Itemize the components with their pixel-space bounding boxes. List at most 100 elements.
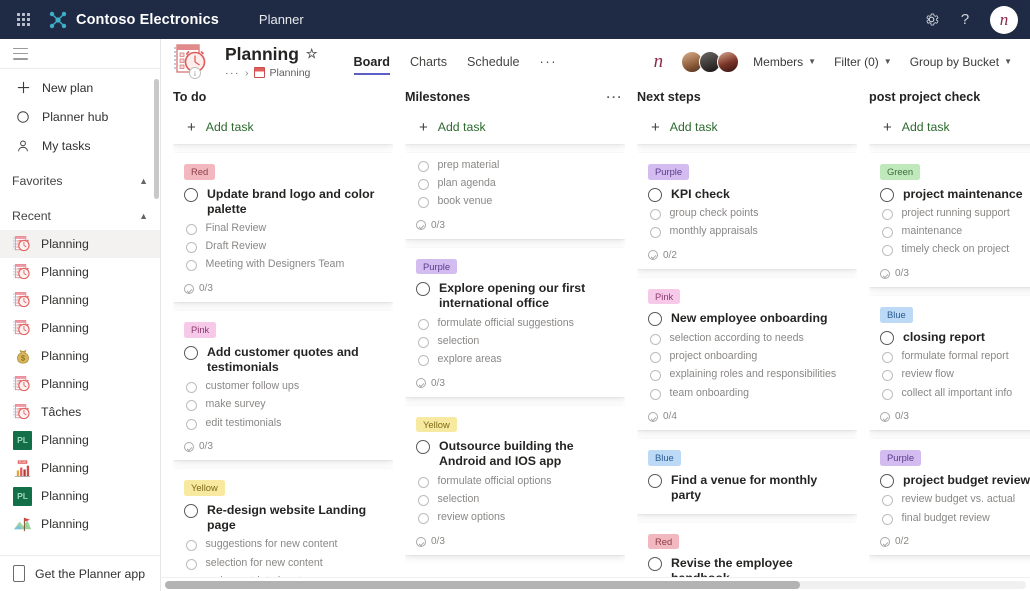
scrollbar-thumb[interactable] [165, 581, 800, 589]
subtask-checkbox[interactable] [649, 209, 661, 220]
sidebar-plan-9[interactable]: PL Planning [0, 482, 160, 510]
sidebar-plan-6[interactable]: Tâches [0, 398, 160, 426]
subtask-checkbox[interactable] [881, 495, 893, 507]
add-task-button[interactable]: + Add task [173, 110, 393, 144]
tab-board[interactable]: Board [353, 39, 391, 84]
subtask-checkbox[interactable] [649, 352, 661, 364]
tab-schedule[interactable]: Schedule [467, 39, 520, 84]
tab-charts[interactable]: Charts [410, 39, 447, 84]
subtask-checkbox[interactable] [185, 418, 197, 430]
subtask-checkbox[interactable] [417, 476, 429, 488]
sidebar-plan-4[interactable]: $ Planning [0, 342, 160, 370]
subtask-checkbox[interactable] [649, 370, 661, 382]
subtask-checkbox[interactable] [417, 178, 429, 190]
member-avatars[interactable] [681, 50, 740, 73]
gear-icon[interactable] [922, 11, 940, 29]
subtask-checkbox[interactable] [417, 196, 429, 208]
tabs-overflow-icon[interactable]: ··· [540, 54, 558, 69]
task-card[interactable]: Pink New employee onboarding selection acc… [637, 277, 857, 431]
task-card[interactable]: Yellow Outsource building the Android and… [405, 405, 625, 556]
subtask-checkbox[interactable] [881, 352, 893, 364]
task-complete-checkbox[interactable] [184, 503, 198, 518]
checkmark-circle-icon [416, 536, 426, 547]
subtask-checkbox[interactable] [417, 513, 429, 525]
board-horizontal-scrollbar[interactable] [161, 577, 1030, 591]
column-overflow-icon[interactable]: ··· [607, 90, 626, 104]
task-complete-checkbox[interactable] [880, 473, 894, 488]
subtask-checkbox[interactable] [417, 495, 429, 507]
sidebar-plan-10[interactable]: Planning [0, 510, 160, 538]
subtask-checkbox[interactable] [649, 227, 661, 239]
filter-dropdown[interactable]: Filter (0) ▼ [830, 51, 896, 73]
sidebar-plan-5[interactable]: Planning [0, 370, 160, 398]
subtask-checkbox[interactable] [185, 382, 197, 394]
sidebar-scroll[interactable]: New plan Planner hub My tasks Favorites … [0, 69, 160, 555]
sidebar-item-my-tasks[interactable]: My tasks [0, 131, 160, 160]
subtask-checkbox[interactable] [185, 260, 197, 272]
task-complete-checkbox[interactable] [416, 440, 430, 455]
sidebar-section-recent[interactable]: Recent ▲ [0, 202, 160, 230]
subtask-checkbox[interactable] [881, 209, 893, 220]
sidebar-plan-0[interactable]: Planning [0, 230, 160, 258]
subtask-checkbox[interactable] [185, 558, 197, 570]
task-complete-checkbox[interactable] [880, 330, 894, 345]
subtask-checkbox[interactable] [185, 224, 197, 235]
task-card[interactable]: Red Update brand logo and color palette Fi… [173, 153, 393, 303]
add-task-button[interactable]: + Add task [637, 110, 857, 144]
task-card[interactable]: Purple project budget review review budget… [869, 439, 1030, 556]
task-complete-checkbox[interactable] [880, 187, 894, 202]
task-complete-checkbox[interactable] [184, 187, 198, 202]
subtask-checkbox[interactable] [881, 513, 893, 525]
task-card[interactable]: Purple KPI check group check points monthly… [637, 153, 857, 269]
subtask-checkbox[interactable] [649, 388, 661, 400]
subtask-checkbox[interactable] [185, 400, 197, 412]
subtask-checkbox[interactable] [417, 160, 429, 172]
task-complete-checkbox[interactable] [648, 312, 662, 327]
task-complete-checkbox[interactable] [648, 473, 662, 488]
add-task-button[interactable]: + Add task [869, 110, 1030, 144]
sidebar-plan-1[interactable]: Planning [0, 258, 160, 286]
task-complete-checkbox[interactable] [184, 345, 198, 360]
star-icon[interactable]: ☆ [306, 46, 318, 62]
subtask-checkbox[interactable] [649, 333, 661, 345]
get-planner-app-link[interactable]: Get the Planner app [0, 555, 160, 591]
breadcrumb-item[interactable]: Planning [270, 67, 311, 79]
member-avatar-3[interactable] [717, 50, 740, 73]
money-bag-icon: $ [12, 346, 33, 367]
task-complete-checkbox[interactable] [416, 282, 430, 297]
task-card[interactable]: Blue Find a venue for monthly party [637, 439, 857, 514]
sidebar-plan-2[interactable]: Planning [0, 286, 160, 314]
subtask-checkbox[interactable] [881, 245, 893, 257]
task-card[interactable]: Green project maintenance project running … [869, 153, 1030, 288]
hamburger-icon[interactable] [13, 47, 28, 60]
app-launcher-icon[interactable] [12, 9, 34, 31]
task-complete-checkbox[interactable] [648, 187, 662, 202]
subtask-checkbox[interactable] [417, 336, 429, 348]
subtask-checkbox[interactable] [185, 242, 197, 254]
sidebar-scrollbar[interactable] [154, 79, 159, 199]
subtask-checkbox[interactable] [417, 355, 429, 367]
sidebar-plan-7[interactable]: PL Planning [0, 426, 160, 454]
sidebar-plan-3[interactable]: Planning [0, 314, 160, 342]
sidebar-item-new-plan[interactable]: New plan [0, 73, 160, 102]
sidebar-plan-8[interactable]: PLAN Planning [0, 454, 160, 482]
group-by-dropdown[interactable]: Group by Bucket ▼ [906, 51, 1016, 73]
members-dropdown[interactable]: Members ▼ [749, 51, 820, 73]
breadcrumb-overflow[interactable]: ··· [225, 67, 240, 79]
subtask-checkbox[interactable] [881, 227, 893, 239]
sidebar-section-favorites[interactable]: Favorites ▲ [0, 167, 160, 195]
subtask-checkbox[interactable] [185, 540, 197, 552]
task-card[interactable]: prep material plan agenda book venue 0/3 [405, 153, 625, 239]
subtask-checkbox[interactable] [881, 370, 893, 382]
add-task-button[interactable]: + Add task [405, 110, 625, 144]
user-avatar[interactable]: n [990, 5, 1018, 34]
subtask-checkbox[interactable] [881, 388, 893, 400]
task-complete-checkbox[interactable] [648, 557, 662, 572]
subtask-checkbox[interactable] [417, 318, 429, 330]
task-card[interactable]: Yellow Re-design website Landing page sugg… [173, 469, 393, 591]
task-card[interactable]: Purple Explore opening our first internat… [405, 247, 625, 397]
task-card[interactable]: Pink Add customer quotes and testimonials… [173, 311, 393, 461]
task-card[interactable]: Blue closing report formulate formal repor… [869, 296, 1030, 431]
help-icon[interactable]: ? [956, 11, 974, 29]
sidebar-item-planner-hub[interactable]: Planner hub [0, 102, 160, 131]
